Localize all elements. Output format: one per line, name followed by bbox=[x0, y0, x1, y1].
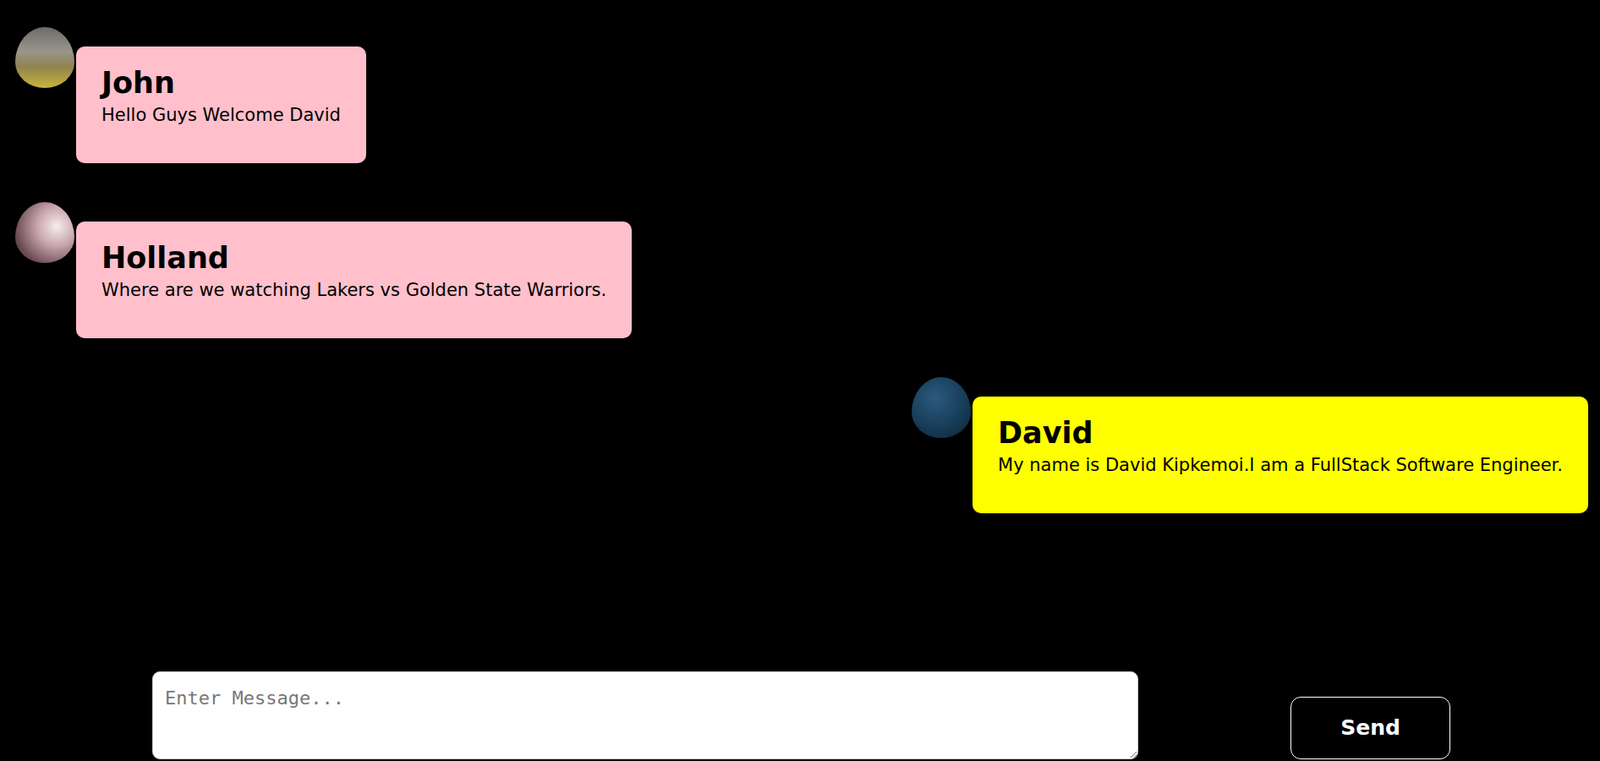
message-row: Holland Where are we watching Lakers vs G… bbox=[15, 202, 1589, 339]
message-bubble: David My name is David Kipkemoi.I am a Fu… bbox=[972, 396, 1589, 514]
avatar-icon bbox=[15, 202, 75, 264]
avatar-icon bbox=[911, 377, 971, 439]
sender-name: Holland bbox=[101, 240, 607, 276]
chat-window: John Hello Guys Welcome David Holland Where… bbox=[0, 0, 1600, 761]
message-row: John Hello Guys Welcome David bbox=[15, 27, 1589, 164]
composer: Send bbox=[0, 671, 1600, 761]
avatar-icon bbox=[15, 27, 75, 88]
send-button[interactable]: Send bbox=[1290, 696, 1451, 760]
message-text: Hello Guys Welcome David bbox=[101, 104, 341, 127]
message-text: My name is David Kipkemoi.I am a FullSta… bbox=[997, 454, 1563, 477]
message-bubble: John Hello Guys Welcome David bbox=[76, 46, 367, 164]
message-list: John Hello Guys Welcome David Holland Where… bbox=[0, 0, 1600, 672]
message-bubble: Holland Where are we watching Lakers vs G… bbox=[76, 221, 632, 339]
sender-name: David bbox=[997, 415, 1563, 451]
sender-name: John bbox=[101, 65, 341, 101]
message-text: Where are we watching Lakers vs Golden S… bbox=[101, 279, 607, 302]
message-row: David My name is David Kipkemoi.I am a Fu… bbox=[15, 377, 1589, 514]
message-input[interactable] bbox=[152, 671, 1139, 760]
